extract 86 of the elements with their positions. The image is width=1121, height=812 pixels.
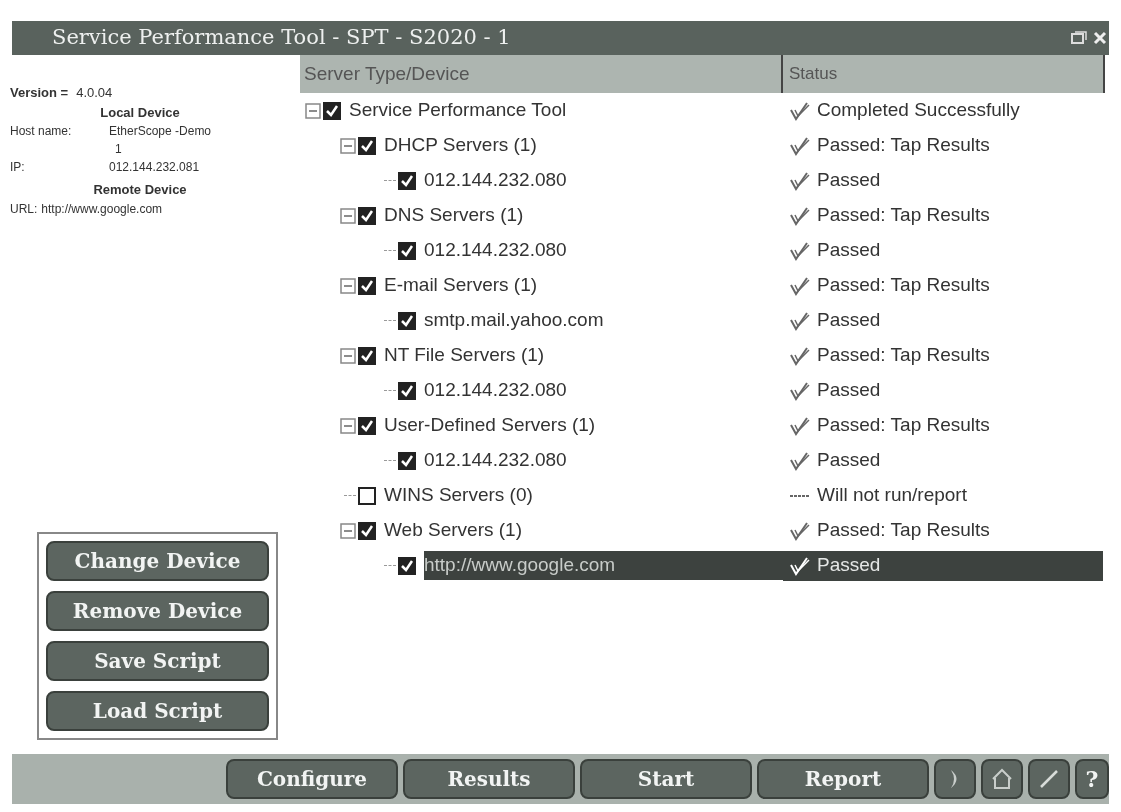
status-text: Passed [817, 448, 881, 473]
check-icon [789, 345, 811, 366]
checkbox[interactable] [398, 171, 416, 190]
tree-item[interactable]: smtp.mail.yahoo.com [424, 306, 624, 335]
tree-item[interactable]: DHCP Servers (1) [384, 131, 557, 160]
tree-item[interactable]: E-mail Servers (1) [384, 271, 558, 300]
check-icon [789, 310, 811, 331]
status-text: Passed: Tap Results [817, 203, 990, 228]
checkbox[interactable] [358, 486, 376, 505]
check-icon [789, 450, 811, 471]
checkbox[interactable] [398, 241, 416, 260]
status-text: Passed [817, 308, 881, 333]
tree-item[interactable]: http://www.google.com [424, 551, 783, 580]
field-value: 012.144.232.081 [109, 159, 200, 176]
status-text: Will not run/report [817, 483, 967, 508]
status-text: Passed: Tap Results [817, 518, 990, 543]
tree-item[interactable]: WINS Servers (0) [384, 481, 553, 510]
home-icon [990, 768, 1014, 790]
checkbox[interactable] [398, 311, 416, 330]
tree-item[interactable]: 012.144.232.080 [424, 166, 587, 195]
column-header[interactable]: Server Type/Device [300, 55, 783, 93]
device-button[interactable]: Remove Device [46, 591, 269, 631]
check-icon [789, 135, 811, 156]
status-text: Passed: Tap Results [817, 273, 990, 298]
check-icon [789, 170, 811, 191]
check-icon [789, 240, 811, 261]
action-button[interactable]: Results [403, 759, 575, 799]
check-icon [789, 380, 811, 401]
tree-item[interactable]: 012.144.232.080 [424, 236, 587, 265]
status-text: Passed [817, 168, 881, 193]
dash-icon [789, 494, 811, 497]
device-button[interactable]: Load Script [46, 691, 269, 731]
field-label: URL: [10, 200, 38, 218]
checkbox[interactable] [358, 276, 376, 295]
tree-item[interactable]: Service Performance Tool [349, 96, 587, 125]
field-label: Host name: [10, 123, 73, 140]
field-value: EtherScope -Demo [109, 123, 212, 140]
window-title: Service Performance Tool - SPT - S2020 - 1 [52, 24, 511, 52]
action-button[interactable]: Configure [226, 759, 398, 799]
status-text: Passed: Tap Results [817, 343, 990, 368]
checkbox[interactable] [398, 451, 416, 470]
checkbox[interactable] [398, 381, 416, 400]
version-value: 4.0.04 [76, 84, 113, 102]
version-label: Version = [10, 84, 69, 102]
close-icon[interactable] [1093, 31, 1107, 45]
checkbox[interactable] [358, 206, 376, 225]
moon-button[interactable] [934, 759, 976, 799]
status-text: Passed [817, 553, 881, 578]
section-heading: Remote Device [92, 181, 188, 199]
status-text: Passed: Tap Results [817, 133, 990, 158]
checkbox[interactable] [398, 556, 416, 575]
tree-item[interactable]: DNS Servers (1) [384, 201, 544, 230]
status-text: Passed [817, 378, 881, 403]
checkbox[interactable] [358, 521, 376, 540]
checkbox[interactable] [358, 346, 376, 365]
check-icon [789, 555, 811, 576]
check-icon [789, 415, 811, 436]
status-text: Passed [817, 238, 881, 263]
field-label: IP: [10, 159, 26, 176]
tree-item[interactable]: Web Servers (1) [384, 516, 542, 545]
status-text: Completed Successfully [817, 98, 1020, 123]
tree-item[interactable]: User-Defined Servers (1) [384, 411, 616, 440]
tree-item[interactable]: NT File Servers (1) [384, 341, 565, 370]
field-value: http://www.google.com [41, 200, 163, 218]
check-icon [789, 100, 811, 121]
column-header[interactable]: Status [783, 55, 1105, 93]
checkbox[interactable] [358, 416, 376, 435]
tree-item[interactable]: 012.144.232.080 [424, 376, 587, 405]
check-icon [789, 520, 811, 541]
check-icon [789, 205, 811, 226]
action-button[interactable]: Start [580, 759, 752, 799]
action-button[interactable]: Report [757, 759, 929, 799]
help-button[interactable]: ? [1075, 759, 1109, 799]
device-button[interactable]: Change Device [46, 541, 269, 581]
checkbox[interactable] [323, 101, 341, 120]
pen-button[interactable] [1028, 759, 1070, 799]
home-button[interactable] [981, 759, 1023, 799]
status-text: Passed: Tap Results [817, 413, 990, 438]
check-icon [789, 275, 811, 296]
device-button[interactable]: Save Script [46, 641, 269, 681]
tree-item[interactable]: 012.144.232.080 [424, 446, 587, 475]
section-heading: Local Device [99, 103, 181, 122]
restore-icon[interactable] [1071, 31, 1087, 45]
checkbox[interactable] [358, 136, 376, 155]
field-value: 1 [114, 141, 122, 158]
pen-icon [1038, 768, 1060, 790]
